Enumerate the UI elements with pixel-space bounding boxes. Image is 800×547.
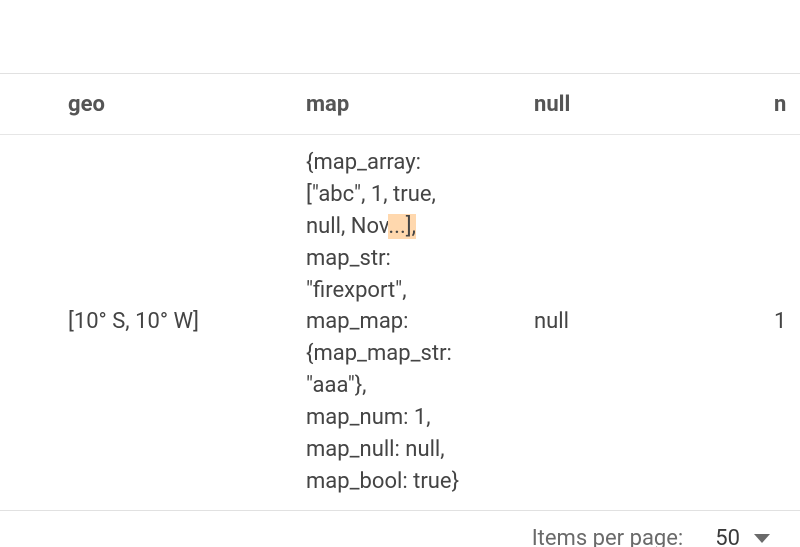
map-line: map_num: 1, xyxy=(306,402,534,434)
table-container: { "table": { "headers": { "geo": "geo", … xyxy=(0,0,800,547)
map-line: map_str: xyxy=(306,243,534,275)
table-row: [10° S, 10° W] {map_array: ["abc", 1, tr… xyxy=(0,135,800,510)
map-line: "aaa"}, xyxy=(306,370,534,402)
map-line: {map_array: xyxy=(306,147,534,179)
items-per-page-value: 50 xyxy=(715,526,740,547)
map-line: map_map: xyxy=(306,306,534,338)
paginator: Items per page: 50 xyxy=(0,511,800,547)
cell-null: null xyxy=(534,306,774,338)
column-header-map[interactable]: map xyxy=(306,92,534,117)
map-line: ["abc", 1, true, xyxy=(306,179,534,211)
map-line: null, Nov...], xyxy=(306,211,534,243)
column-header-n-partial[interactable]: n xyxy=(774,92,800,117)
map-line: map_null: null, xyxy=(306,434,534,466)
column-header-geo[interactable]: geo xyxy=(68,92,306,117)
column-header-null[interactable]: null xyxy=(534,92,774,117)
map-line: map_bool: true} xyxy=(306,466,534,498)
text-fragment: null, Nov xyxy=(306,214,388,239)
toolbar-spacer xyxy=(0,0,800,73)
cell-geo: [10° S, 10° W] xyxy=(68,306,306,338)
chevron-down-icon xyxy=(754,534,770,543)
truncation-marker: ...], xyxy=(388,214,416,239)
items-per-page-select[interactable]: 50 xyxy=(715,526,770,547)
cell-n-partial: 1 xyxy=(774,306,800,338)
map-line: {map_map_str: xyxy=(306,338,534,370)
items-per-page-label: Items per page: xyxy=(532,526,684,547)
map-line: "firexport", xyxy=(306,275,534,307)
table-header-row: geo map null n xyxy=(0,74,800,134)
cell-map: {map_array: ["abc", 1, true, null, Nov..… xyxy=(306,147,534,498)
